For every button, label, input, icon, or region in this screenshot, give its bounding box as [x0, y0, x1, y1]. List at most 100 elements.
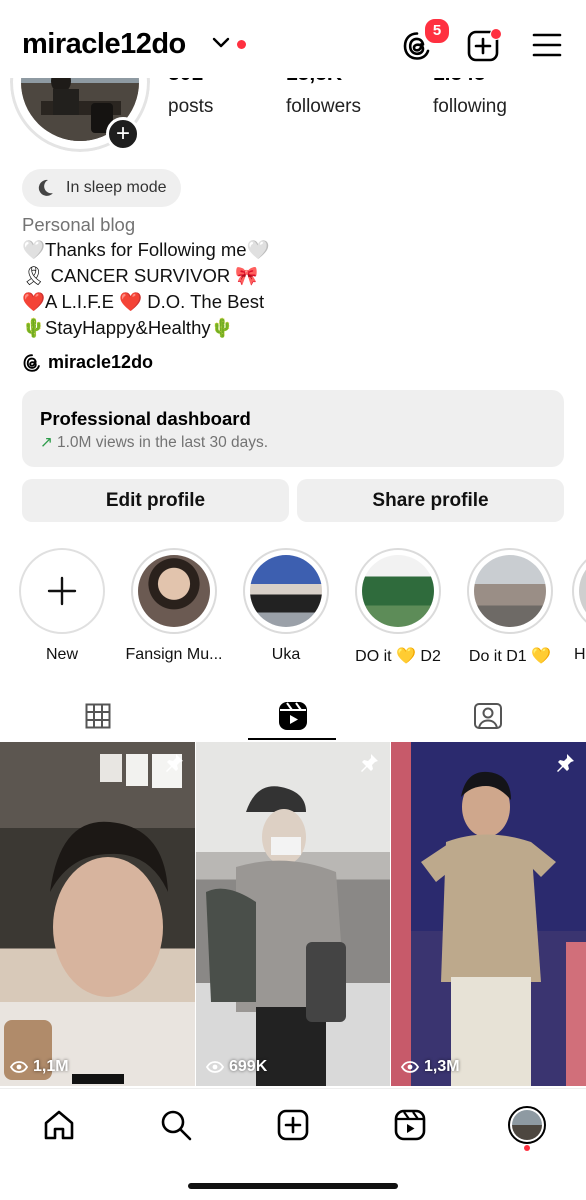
eye-icon	[206, 1061, 224, 1073]
professional-dashboard-card[interactable]: Professional dashboard ↗ 1.0M views in th…	[22, 390, 564, 467]
profile-tabs	[0, 690, 586, 742]
highlight-label: Uka	[271, 646, 301, 663]
home-icon	[44, 1110, 74, 1140]
reel-views-count: 1,1M	[33, 1058, 69, 1075]
dashboard-subtitle: ↗ 1.0M views in the last 30 days.	[40, 433, 546, 452]
reel-thumbnail[interactable]: 1,3M	[391, 742, 586, 1086]
threads-notification-badge: 5	[423, 17, 451, 45]
highlight-ring	[467, 548, 553, 634]
profile-bio: Personal blog 🤍Thanks for Following me🤍 …	[22, 212, 270, 341]
bio-line: ❤️A L.I.F.E ❤️ D.O. The Best	[22, 289, 270, 315]
highlight-item[interactable]: Do it D1 💛	[460, 548, 560, 666]
nav-reels[interactable]	[390, 1105, 430, 1145]
threads-profile-link[interactable]: miracle12do	[22, 352, 153, 373]
reel-views-count: 1,3M	[424, 1058, 460, 1075]
white-heart-emoji: 🤍	[22, 240, 46, 261]
highlight-cover	[362, 555, 434, 627]
highlight-item[interactable]: H	[572, 548, 586, 664]
search-icon	[161, 1110, 192, 1141]
moon-icon	[38, 179, 53, 196]
nav-search[interactable]	[156, 1105, 196, 1145]
tagged-icon	[473, 703, 502, 729]
stat-followers-label: followers	[286, 96, 361, 117]
bio-text: CANCER SURVIVOR	[45, 265, 236, 286]
red-heart-emoji: ❤️	[119, 292, 143, 313]
edit-profile-button[interactable]: Edit profile	[22, 479, 289, 522]
reel-thumbnail[interactable]: 1,1M	[0, 742, 195, 1086]
reels-icon	[394, 1109, 426, 1141]
tab-tagged[interactable]	[390, 690, 585, 742]
reel-views: 699K	[206, 1058, 267, 1076]
threads-handle: miracle12do	[48, 352, 154, 372]
highlight-label: H	[574, 646, 586, 663]
profile-category: Personal blog	[22, 214, 136, 235]
profile-notification-dot	[524, 1145, 530, 1151]
profile-username[interactable]: miracle12do	[22, 28, 186, 61]
reel-views: 1,3M	[401, 1058, 460, 1076]
nav-create[interactable]	[273, 1105, 313, 1145]
highlight-ring	[355, 548, 441, 634]
cactus-emoji: 🌵	[210, 318, 234, 339]
highlight-item[interactable]: DO it 💛 D2	[348, 548, 448, 666]
tab-grid[interactable]	[0, 690, 195, 742]
highlight-label: Do it D1 💛	[468, 648, 552, 665]
pin-icon	[557, 754, 574, 772]
bio-line: 🎗 CANCER SURVIVOR 🎀	[22, 263, 270, 289]
eye-icon	[401, 1061, 419, 1073]
share-profile-button[interactable]: Share profile	[297, 479, 564, 522]
top-header: miracle12do 5	[0, 0, 586, 78]
nav-home[interactable]	[39, 1105, 79, 1145]
sleep-mode-label: In sleep mode	[66, 179, 167, 196]
highlight-cover	[250, 555, 322, 627]
highlight-ring	[572, 548, 586, 634]
reel-photo	[0, 754, 195, 1086]
dashboard-title: Professional dashboard	[40, 408, 251, 429]
white-heart-emoji: 🤍	[246, 240, 270, 261]
bio-text: D.O. The Best	[142, 291, 265, 312]
highlight-label: Fansign Mu...	[125, 646, 223, 663]
reels-grid: 1,1M 699K 1,3M	[0, 742, 586, 1086]
reel-views: 1,1M	[10, 1058, 69, 1076]
highlight-cover	[138, 555, 210, 627]
highlight-item[interactable]: Fansign Mu...	[124, 548, 224, 664]
sleep-mode-chip[interactable]: In sleep mode	[22, 169, 181, 207]
reel-thumbnail[interactable]: 699K	[196, 742, 390, 1086]
ribbon-emoji: 🎗	[22, 266, 46, 287]
add-story-icon[interactable]: +	[106, 117, 140, 151]
add-post-icon	[277, 1109, 309, 1141]
profile-avatar-small	[508, 1106, 546, 1144]
active-tab-indicator	[248, 738, 336, 740]
bio-text: A L.I.F.E	[45, 291, 120, 312]
highlight-label: DO it 💛 D2	[355, 648, 441, 665]
highlight-ring	[243, 548, 329, 634]
add-post-notification-dot	[490, 28, 502, 40]
stat-following-label: following	[433, 96, 507, 117]
bio-line: 🤍Thanks for Following me🤍	[22, 237, 270, 263]
bio-line: 🌵StayHappy&Healthy🌵	[22, 315, 270, 341]
profile-avatar-small-image	[512, 1110, 542, 1140]
highlight-item[interactable]: Uka	[236, 548, 336, 664]
pin-icon	[361, 754, 378, 772]
highlight-ring	[131, 548, 217, 634]
chevron-down-icon[interactable]	[212, 36, 230, 50]
menu-icon[interactable]	[532, 32, 562, 58]
tab-reels[interactable]	[195, 690, 390, 742]
bow-emoji: 🎀	[235, 266, 259, 287]
grid-icon	[85, 703, 110, 729]
nav-profile[interactable]	[507, 1105, 547, 1145]
highlight-new[interactable]: New	[12, 548, 112, 664]
pin-icon	[166, 754, 183, 772]
highlight-cover	[474, 555, 546, 627]
account-notification-dot	[237, 40, 246, 49]
eye-icon	[10, 1061, 28, 1073]
trend-up-icon: ↗	[40, 434, 53, 451]
bio-text: Thanks for Following me	[45, 239, 247, 260]
reels-icon	[278, 702, 307, 730]
threads-icon	[23, 353, 40, 372]
highlight-cover	[579, 555, 586, 627]
stat-posts-label: posts	[168, 96, 214, 117]
reel-photo	[391, 742, 586, 1086]
red-heart-emoji: ❤️	[22, 292, 46, 313]
bio-text: StayHappy&Healthy	[45, 317, 211, 338]
reel-views-count: 699K	[229, 1058, 268, 1075]
